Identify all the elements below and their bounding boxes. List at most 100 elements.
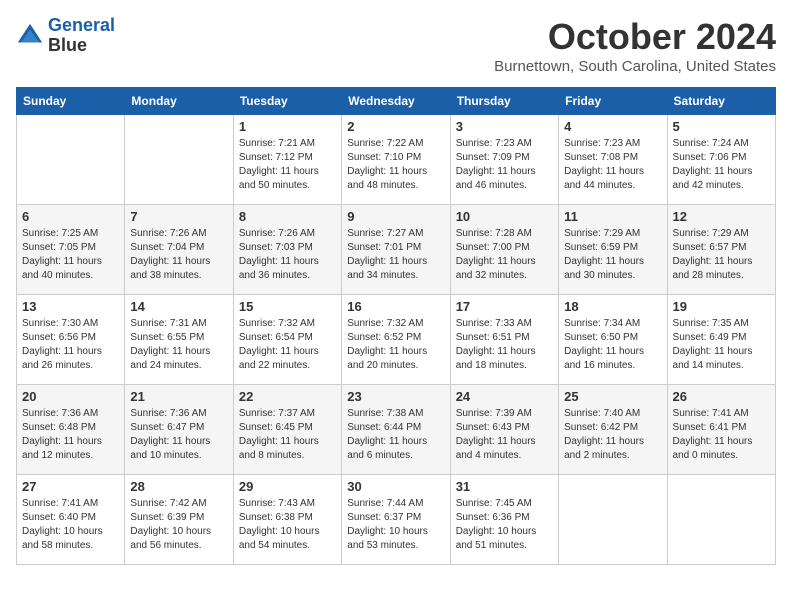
logo-text: General Blue [48, 16, 115, 56]
day-number: 8 [239, 209, 336, 224]
day-number: 15 [239, 299, 336, 314]
day-info: Sunrise: 7:41 AM Sunset: 6:40 PM Dayligh… [22, 497, 119, 553]
calendar-cell: 3 Sunrise: 7:23 AM Sunset: 7:09 PM Daylig… [450, 115, 558, 205]
day-number: 30 [347, 479, 444, 494]
calendar-cell: 22Sunrise: 7:37 AM Sunset: 6:45 PM Dayli… [233, 385, 341, 475]
day-number: 12 [673, 209, 770, 224]
calendar-cell: 4 Sunrise: 7:23 AM Sunset: 7:08 PM Daylig… [559, 115, 667, 205]
day-number: 25 [564, 389, 661, 404]
calendar-cell: 27 Sunrise: 7:41 AM Sunset: 6:40 PM Dayli… [17, 475, 125, 565]
day-info: Sunrise: 7:43 AM Sunset: 6:38 PM Dayligh… [239, 497, 336, 553]
weekday-header: Tuesday [233, 88, 341, 115]
weekday-header: Sunday [17, 88, 125, 115]
day-number: 11 [564, 209, 661, 224]
day-info: Sunrise: 7:28 AM Sunset: 7:00 PM Dayligh… [456, 227, 553, 283]
day-info: Sunrise: 7:26 AM Sunset: 7:03 PM Dayligh… [239, 227, 336, 283]
calendar-cell: 14 Sunrise: 7:31 AM Sunset: 6:55 PM Dayli… [125, 295, 233, 385]
calendar-cell: 9 Sunrise: 7:27 AM Sunset: 7:01 PM Daylig… [342, 205, 450, 295]
calendar-cell: 15 Sunrise: 7:32 AM Sunset: 6:54 PM Dayli… [233, 295, 341, 385]
day-number: 27 [22, 479, 119, 494]
calendar-cell: 10 Sunrise: 7:28 AM Sunset: 7:00 PM Dayli… [450, 205, 558, 295]
day-number: 2 [347, 119, 444, 134]
day-number: 7 [130, 209, 227, 224]
day-info: Sunrise: 7:30 AM Sunset: 6:56 PM Dayligh… [22, 317, 119, 373]
day-info: Sunrise: 7:26 AM Sunset: 7:04 PM Dayligh… [130, 227, 227, 283]
weekday-header: Friday [559, 88, 667, 115]
day-number: 14 [130, 299, 227, 314]
day-number: 18 [564, 299, 661, 314]
calendar-cell [125, 115, 233, 205]
calendar-table: SundayMondayTuesdayWednesdayThursdayFrid… [16, 87, 776, 565]
calendar-cell [559, 475, 667, 565]
calendar-header: SundayMondayTuesdayWednesdayThursdayFrid… [17, 88, 776, 115]
day-info: Sunrise: 7:35 AM Sunset: 6:49 PM Dayligh… [673, 317, 770, 373]
calendar-week-row: 27 Sunrise: 7:41 AM Sunset: 6:40 PM Dayli… [17, 475, 776, 565]
day-number: 16 [347, 299, 444, 314]
location-title: Burnettown, South Carolina, United State… [494, 58, 776, 75]
calendar-cell: 18 Sunrise: 7:34 AM Sunset: 6:50 PM Dayli… [559, 295, 667, 385]
day-number: 9 [347, 209, 444, 224]
day-info: Sunrise: 7:38 AM Sunset: 6:44 PM Dayligh… [347, 407, 444, 463]
day-info: Sunrise: 7:39 AM Sunset: 6:43 PM Dayligh… [456, 407, 553, 463]
day-info: Sunrise: 7:23 AM Sunset: 7:09 PM Dayligh… [456, 137, 553, 193]
calendar-cell: 8 Sunrise: 7:26 AM Sunset: 7:03 PM Daylig… [233, 205, 341, 295]
title-block: October 2024 Burnettown, South Carolina,… [494, 16, 776, 75]
day-number: 23 [347, 389, 444, 404]
day-info: Sunrise: 7:32 AM Sunset: 6:54 PM Dayligh… [239, 317, 336, 373]
day-info: Sunrise: 7:41 AM Sunset: 6:41 PM Dayligh… [673, 407, 770, 463]
calendar-week-row: 20Sunrise: 7:36 AM Sunset: 6:48 PM Dayli… [17, 385, 776, 475]
logo-icon [16, 22, 44, 50]
calendar-cell: 25 Sunrise: 7:40 AM Sunset: 6:42 PM Dayli… [559, 385, 667, 475]
day-info: Sunrise: 7:42 AM Sunset: 6:39 PM Dayligh… [130, 497, 227, 553]
calendar-week-row: 13Sunrise: 7:30 AM Sunset: 6:56 PM Dayli… [17, 295, 776, 385]
weekday-header: Monday [125, 88, 233, 115]
day-info: Sunrise: 7:34 AM Sunset: 6:50 PM Dayligh… [564, 317, 661, 373]
day-info: Sunrise: 7:36 AM Sunset: 6:48 PM Dayligh… [22, 407, 119, 463]
calendar-cell: 7 Sunrise: 7:26 AM Sunset: 7:04 PM Daylig… [125, 205, 233, 295]
day-number: 22 [239, 389, 336, 404]
calendar-cell: 17 Sunrise: 7:33 AM Sunset: 6:51 PM Dayli… [450, 295, 558, 385]
day-info: Sunrise: 7:25 AM Sunset: 7:05 PM Dayligh… [22, 227, 119, 283]
day-number: 4 [564, 119, 661, 134]
calendar-cell: 16 Sunrise: 7:32 AM Sunset: 6:52 PM Dayli… [342, 295, 450, 385]
calendar-cell: 23 Sunrise: 7:38 AM Sunset: 6:44 PM Dayli… [342, 385, 450, 475]
weekday-header: Thursday [450, 88, 558, 115]
day-info: Sunrise: 7:29 AM Sunset: 6:59 PM Dayligh… [564, 227, 661, 283]
day-info: Sunrise: 7:24 AM Sunset: 7:06 PM Dayligh… [673, 137, 770, 193]
month-title: October 2024 [494, 16, 776, 58]
day-number: 28 [130, 479, 227, 494]
day-info: Sunrise: 7:36 AM Sunset: 6:47 PM Dayligh… [130, 407, 227, 463]
calendar-cell: 2 Sunrise: 7:22 AM Sunset: 7:10 PM Daylig… [342, 115, 450, 205]
day-info: Sunrise: 7:21 AM Sunset: 7:12 PM Dayligh… [239, 137, 336, 193]
day-number: 31 [456, 479, 553, 494]
day-number: 6 [22, 209, 119, 224]
calendar-week-row: 6 Sunrise: 7:25 AM Sunset: 7:05 PM Daylig… [17, 205, 776, 295]
calendar-cell: 24Sunrise: 7:39 AM Sunset: 6:43 PM Dayli… [450, 385, 558, 475]
day-number: 17 [456, 299, 553, 314]
page-header: General Blue October 2024 Burnettown, So… [16, 16, 776, 75]
logo: General Blue [16, 16, 115, 56]
calendar-cell: 31Sunrise: 7:45 AM Sunset: 6:36 PM Dayli… [450, 475, 558, 565]
day-number: 10 [456, 209, 553, 224]
calendar-cell: 28 Sunrise: 7:42 AM Sunset: 6:39 PM Dayli… [125, 475, 233, 565]
calendar-cell: 5Sunrise: 7:24 AM Sunset: 7:06 PM Daylig… [667, 115, 775, 205]
day-info: Sunrise: 7:32 AM Sunset: 6:52 PM Dayligh… [347, 317, 444, 373]
calendar-cell: 29 Sunrise: 7:43 AM Sunset: 6:38 PM Dayli… [233, 475, 341, 565]
day-info: Sunrise: 7:23 AM Sunset: 7:08 PM Dayligh… [564, 137, 661, 193]
weekday-header: Saturday [667, 88, 775, 115]
calendar-cell [667, 475, 775, 565]
day-number: 26 [673, 389, 770, 404]
calendar-cell: 11 Sunrise: 7:29 AM Sunset: 6:59 PM Dayli… [559, 205, 667, 295]
day-info: Sunrise: 7:22 AM Sunset: 7:10 PM Dayligh… [347, 137, 444, 193]
day-info: Sunrise: 7:40 AM Sunset: 6:42 PM Dayligh… [564, 407, 661, 463]
day-number: 3 [456, 119, 553, 134]
day-info: Sunrise: 7:27 AM Sunset: 7:01 PM Dayligh… [347, 227, 444, 283]
day-info: Sunrise: 7:33 AM Sunset: 6:51 PM Dayligh… [456, 317, 553, 373]
calendar-cell: 12Sunrise: 7:29 AM Sunset: 6:57 PM Dayli… [667, 205, 775, 295]
day-info: Sunrise: 7:31 AM Sunset: 6:55 PM Dayligh… [130, 317, 227, 373]
day-number: 1 [239, 119, 336, 134]
calendar-cell: 20Sunrise: 7:36 AM Sunset: 6:48 PM Dayli… [17, 385, 125, 475]
calendar-cell: 1 Sunrise: 7:21 AM Sunset: 7:12 PM Daylig… [233, 115, 341, 205]
calendar-cell [17, 115, 125, 205]
day-number: 29 [239, 479, 336, 494]
